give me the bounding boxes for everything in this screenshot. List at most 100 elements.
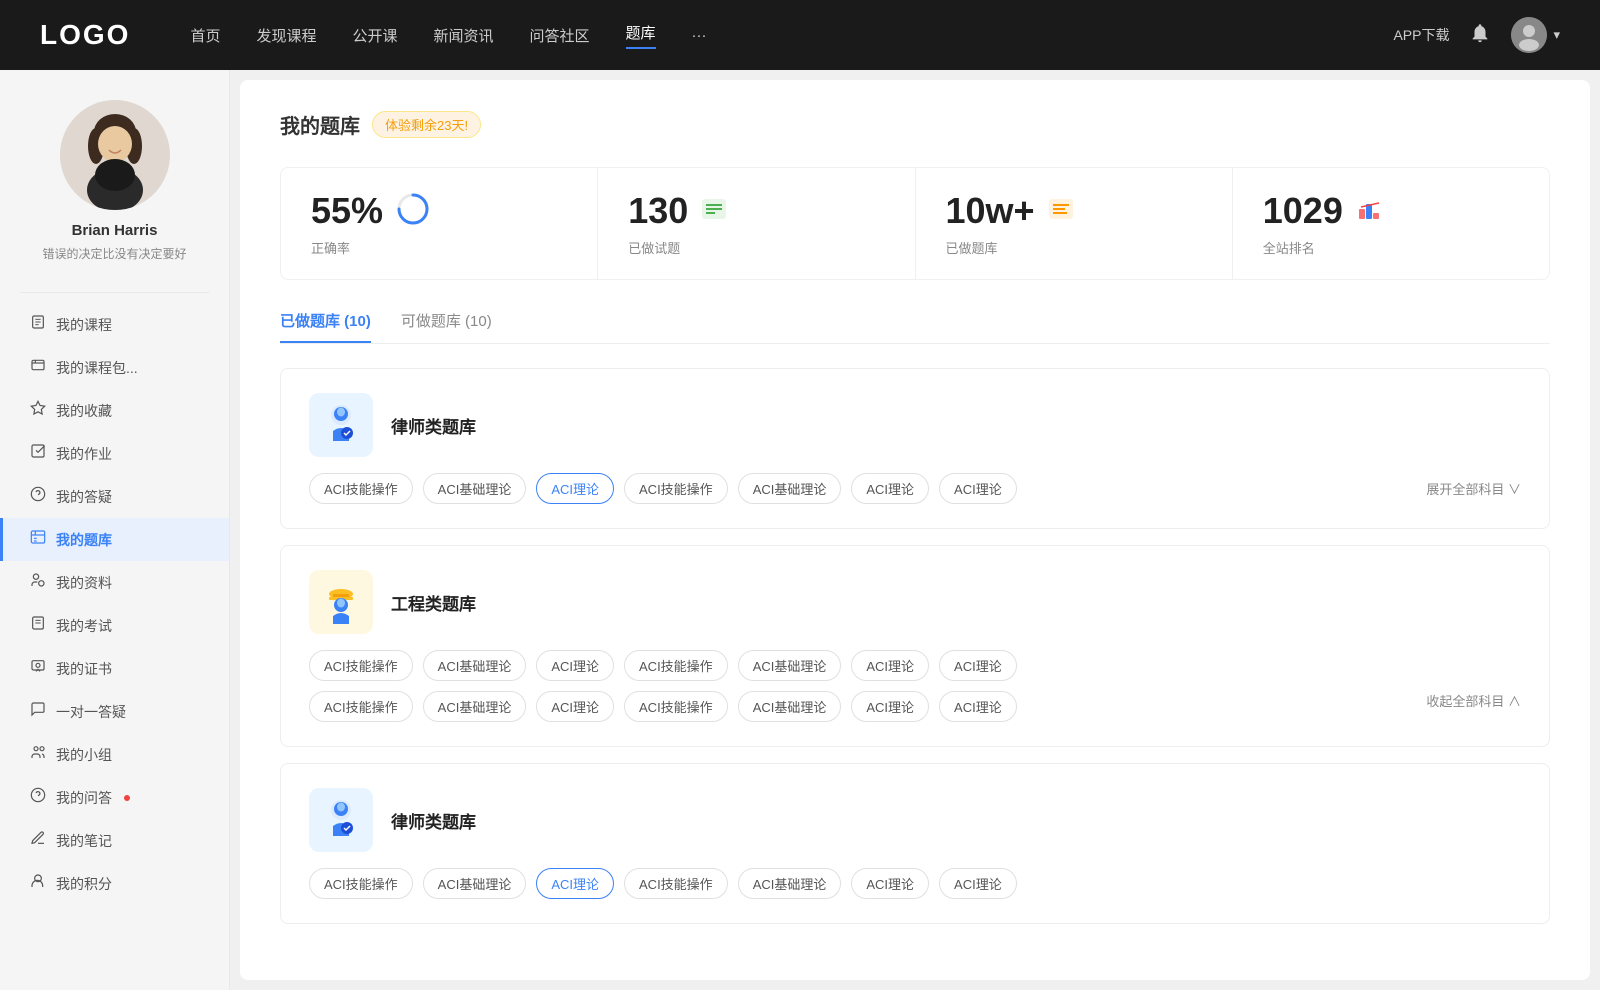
stats-row: 55% 正确率 130 [280,167,1550,280]
lawyer-icon [309,393,373,457]
stat-label: 正确率 [311,238,567,257]
nav-menu: 首页 发现课程 公开课 新闻资讯 问答社区 题库 ··· [190,22,1393,49]
sidebar-label: 我的笔记 [56,831,112,851]
one-on-one-icon [30,701,46,722]
nav-open-course[interactable]: 公开课 [352,25,397,46]
stat-value: 55% [311,190,383,232]
bank-section-engineer: 工程类题库 ACI技能操作 ACI基础理论 ACI理论 ACI技能操作 ACI基… [280,545,1550,747]
tag[interactable]: ACI技能操作 [624,650,728,681]
tag[interactable]: ACI理论 [536,691,614,722]
expand-button[interactable]: 展开全部科目 ∨ [1426,479,1521,498]
tag[interactable]: ACI基础理论 [423,691,527,722]
sidebar-item-course[interactable]: 我的课程 [0,303,229,346]
collapse-button[interactable]: 收起全部科目 ∧ [1426,691,1521,722]
nav-more[interactable]: ··· [692,27,707,44]
tag[interactable]: ACI基础理论 [423,473,527,504]
sidebar-item-bank[interactable]: 我的题库 [0,518,229,561]
sidebar-label: 我的考试 [56,616,112,636]
sidebar-item-exam[interactable]: 我的考试 [0,604,229,647]
notes-icon [30,830,46,851]
materials-icon [30,572,46,593]
sidebar-label: 一对一答疑 [56,702,126,722]
sidebar-label: 我的收藏 [56,401,112,421]
tag[interactable]: ACI技能操作 [309,868,413,899]
sidebar-item-group[interactable]: 我的小组 [0,733,229,776]
stat-label: 已做题库 [946,238,1202,257]
tag[interactable]: ACI理论 [851,650,929,681]
page-title: 我的题库 [280,110,360,139]
tag[interactable]: ACI基础理论 [738,473,842,504]
course-icon [30,314,46,335]
tag[interactable]: ACI理论 [939,473,1017,504]
tag[interactable]: ACI理论 [851,868,929,899]
course-pack-icon [30,357,46,378]
tag[interactable]: ACI理论 [939,691,1017,722]
tab-available-banks[interactable]: 可做题库 (10) [401,310,492,343]
tag-active[interactable]: ACI理论 [536,473,614,504]
red-dot-badge [124,795,130,801]
tag[interactable]: ACI基础理论 [738,650,842,681]
sidebar-label: 我的资料 [56,573,112,593]
tag[interactable]: ACI基础理论 [423,868,527,899]
tag[interactable]: ACI技能操作 [624,868,728,899]
group-icon [30,744,46,765]
trial-badge: 体验剩余23天! [372,111,481,138]
stat-top: 10w+ [946,190,1202,232]
stat-label: 已做试题 [628,238,884,257]
stat-top: 130 [628,190,884,232]
sidebar-item-homework[interactable]: 我的作业 [0,432,229,475]
tag[interactable]: ACI基础理论 [423,650,527,681]
sidebar-item-my-question[interactable]: 我的问答 [0,776,229,819]
bank-tags: ACI技能操作 ACI基础理论 ACI理论 ACI技能操作 ACI基础理论 AC… [309,868,1521,899]
sidebar-item-cert[interactable]: 我的证书 [0,647,229,690]
sidebar-item-course-pack[interactable]: 我的课程包... [0,346,229,389]
tag[interactable]: ACI技能操作 [309,473,413,504]
notification-icon[interactable] [1469,22,1491,49]
tag[interactable]: ACI基础理论 [738,691,842,722]
tag[interactable]: ACI理论 [536,650,614,681]
tag-active[interactable]: ACI理论 [536,868,614,899]
tag[interactable]: ACI理论 [939,868,1017,899]
tag[interactable]: ACI技能操作 [309,691,413,722]
sidebar-item-favorites[interactable]: 我的收藏 [0,389,229,432]
points-icon [30,873,46,894]
sidebar-item-one-on-one[interactable]: 一对一答疑 [0,690,229,733]
stat-done-questions: 130 已做试题 [598,168,915,279]
sidebar-item-notes[interactable]: 我的笔记 [0,819,229,862]
bank-header: 律师类题库 [309,788,1521,852]
sidebar-label: 我的答疑 [56,487,112,507]
sidebar-item-materials[interactable]: 我的资料 [0,561,229,604]
nav-right: APP下载 ▾ [1393,17,1560,53]
app-download[interactable]: APP下载 [1393,25,1449,45]
tab-done-banks[interactable]: 已做题库 (10) [280,310,371,343]
bank-section-lawyer-2: 律师类题库 ACI技能操作 ACI基础理论 ACI理论 ACI技能操作 ACI基… [280,763,1550,924]
nav-news[interactable]: 新闻资讯 [434,25,494,46]
tag[interactable]: ACI基础理论 [738,868,842,899]
user-avatar-menu[interactable]: ▾ [1511,17,1560,53]
sidebar-label: 我的课程包... [56,358,138,378]
tag[interactable]: ACI技能操作 [624,473,728,504]
sidebar-item-points[interactable]: 我的积分 [0,862,229,905]
nav-bank[interactable]: 题库 [626,22,656,49]
tag[interactable]: ACI理论 [851,473,929,504]
nav-qa[interactable]: 问答社区 [530,25,590,46]
tag[interactable]: ACI技能操作 [309,650,413,681]
sidebar-divider-1 [20,292,209,293]
tabs-row: 已做题库 (10) 可做题库 (10) [280,310,1550,344]
nav-home[interactable]: 首页 [190,25,220,46]
tag[interactable]: ACI理论 [939,650,1017,681]
tag[interactable]: ACI技能操作 [624,691,728,722]
sidebar-label: 我的积分 [56,874,112,894]
sidebar-item-my-qa[interactable]: 我的答疑 [0,475,229,518]
tag[interactable]: ACI理论 [851,691,929,722]
logo: LOGO [40,19,130,51]
nav-discover[interactable]: 发现课程 [256,25,316,46]
question-icon [30,486,46,507]
bank-tags-row2: ACI技能操作 ACI基础理论 ACI理论 ACI技能操作 ACI基础理论 AC… [309,691,1521,722]
bank-title: 工程类题库 [391,590,476,615]
sidebar-label: 我的问答 [56,788,112,808]
page-body: Brian Harris 错误的决定比没有决定要好 我的课程 我的课程包... … [0,70,1600,990]
homework-icon [30,443,46,464]
profile-section: Brian Harris 错误的决定比没有决定要好 [0,100,229,282]
sidebar-label: 我的小组 [56,745,112,765]
